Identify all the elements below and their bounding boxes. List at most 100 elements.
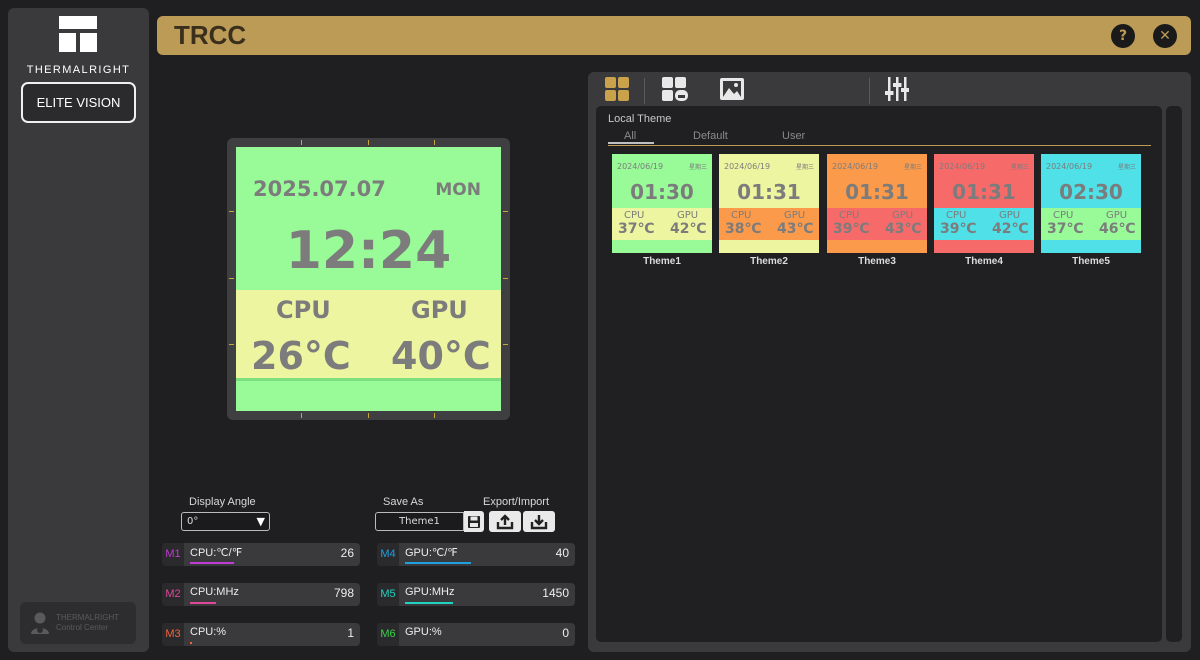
monitor-color-bar <box>190 562 234 564</box>
active-tab-indicator <box>608 142 654 144</box>
frame-tick <box>503 211 508 212</box>
lcd-date[interactable]: 2025.07.07 <box>253 177 386 201</box>
lcd-cpu-label[interactable]: CPU <box>276 296 331 324</box>
monitor-tag: M2 <box>162 583 184 606</box>
lcd-gpu-label[interactable]: GPU <box>411 296 468 324</box>
thumb-cpu-label: CPU <box>839 210 860 221</box>
thumb-cpu-label: CPU <box>1053 210 1074 221</box>
help-button[interactable]: ? <box>1111 24 1135 48</box>
thumb-time: 02:30 <box>1059 180 1123 204</box>
theme-name[interactable]: Theme3 <box>827 256 927 267</box>
lcd-weekday[interactable]: MON <box>435 180 481 200</box>
frame-tick <box>229 211 234 212</box>
theme-name[interactable]: Theme5 <box>1041 256 1141 267</box>
export-button[interactable] <box>489 511 521 532</box>
import-button[interactable] <box>523 511 555 532</box>
theme-name[interactable]: Theme1 <box>612 256 712 267</box>
monitor-value: 40 <box>555 546 569 560</box>
display-angle-label: Display Angle <box>189 496 256 508</box>
lcd-cpu-temp[interactable]: 26°C <box>251 334 351 378</box>
thumb-cpu-temp: 39℃ <box>833 221 870 237</box>
filter-tab-default[interactable]: Default <box>693 130 728 142</box>
thumb-gpu-temp: 42℃ <box>992 221 1029 237</box>
frame-tick <box>301 413 302 418</box>
image-tab[interactable] <box>719 76 745 106</box>
monitor-value: 26 <box>340 546 354 560</box>
filter-tab-all[interactable]: All <box>624 130 636 142</box>
frame-tick <box>434 413 435 418</box>
thumb-cpu-temp: 38℃ <box>725 221 762 237</box>
device-button-elite-vision[interactable]: ELITE VISION <box>21 82 136 123</box>
thumb-gpu-label: GPU <box>677 210 699 221</box>
save-button[interactable] <box>464 511 484 532</box>
theme-list-scrollbar[interactable] <box>1166 106 1182 642</box>
monitor-name: CPU:MHz <box>190 586 239 598</box>
control-center-badge[interactable]: THERMALRIGHT Control Center <box>20 602 136 644</box>
monitor-value: 0 <box>562 626 569 640</box>
theme-thumbnail[interactable]: 2024/06/19 星期三 01:31 CPU GPU 38℃ 43℃ <box>719 154 819 253</box>
display-angle-value: 0° <box>187 516 199 527</box>
frame-tick <box>368 413 369 418</box>
floppy-disk-icon <box>468 515 480 528</box>
thumb-date: 2024/06/19 <box>832 162 879 171</box>
thumb-time: 01:30 <box>630 180 694 204</box>
frame-tick <box>368 140 369 145</box>
lcd-divider <box>236 378 501 381</box>
monitor-m6[interactable]: M6 GPU:% 0 <box>377 623 575 646</box>
frame-tick <box>301 140 302 145</box>
filter-tab-user[interactable]: User <box>782 130 805 142</box>
lcd-time[interactable]: 12:24 <box>236 221 501 281</box>
close-button[interactable]: ✕ <box>1153 24 1177 48</box>
monitor-m5[interactable]: M5 GPU:MHz 1450 <box>377 583 575 606</box>
theme-name[interactable]: Theme4 <box>934 256 1034 267</box>
monitor-m4[interactable]: M4 GPU:℃/℉ 40 <box>377 543 575 566</box>
theme-name[interactable]: Theme2 <box>719 256 819 267</box>
monitor-tag: M3 <box>162 623 184 646</box>
cloud-grid-icon <box>662 77 688 101</box>
lcd-gpu-temp[interactable]: 40°C <box>391 334 491 378</box>
cloud-themes-tab[interactable] <box>661 76 689 106</box>
thumb-cpu-temp: 37℃ <box>1047 221 1084 237</box>
frame-tick <box>503 344 508 345</box>
help-icon: ? <box>1118 28 1128 44</box>
grid-icon <box>605 77 629 101</box>
thumb-gpu-temp: 43℃ <box>777 221 814 237</box>
thumb-gpu-label: GPU <box>784 210 806 221</box>
thumb-gpu-label: GPU <box>892 210 914 221</box>
close-icon: ✕ <box>1159 28 1171 44</box>
brand-name: THERMALRIGHT <box>26 64 131 76</box>
export-import-label: Export/Import <box>483 496 550 508</box>
adjust-tab[interactable] <box>885 76 909 106</box>
monitor-m3[interactable]: M3 CPU:% 1 <box>162 623 360 646</box>
theme-thumbnail[interactable]: 2024/06/19 星期三 01:31 CPU GPU 39℃ 43℃ <box>827 154 927 253</box>
thumb-date: 2024/06/19 <box>939 162 986 171</box>
monitor-name: CPU:% <box>190 626 227 638</box>
lcd-screen[interactable]: 2025.07.07 MON 12:24 CPU GPU 26°C 40°C <box>236 147 501 411</box>
thumb-weekday: 星期三 <box>1010 164 1029 171</box>
frame-tick <box>503 278 508 279</box>
control-center-line1: THERMALRIGHT <box>56 613 120 622</box>
theme-list-area: Local Theme All Default User 2024/06/19 星… <box>596 106 1162 642</box>
monitor-color-bar <box>190 642 192 644</box>
control-center-line2: Control Center <box>56 623 109 632</box>
monitor-tag: M1 <box>162 543 184 566</box>
theme-thumbnail[interactable]: 2024/06/19 星期三 01:31 CPU GPU 39℃ 42℃ <box>934 154 1034 253</box>
theme-thumbnail[interactable]: 2024/06/19 星期三 02:30 CPU GPU 37℃ 46℃ <box>1041 154 1141 253</box>
monitor-color-bar <box>405 562 471 564</box>
lcd-preview-frame: 2025.07.07 MON 12:24 CPU GPU 26°C 40°C <box>227 138 510 420</box>
save-as-input[interactable]: Theme1 <box>375 512 464 531</box>
monitor-tag: M6 <box>377 623 399 646</box>
thumb-date: 2024/06/19 <box>724 162 771 171</box>
thermalright-logo-icon <box>59 16 97 54</box>
local-themes-tab[interactable] <box>604 76 630 106</box>
thumb-cpu-temp: 37℃ <box>618 221 655 237</box>
chevron-down-icon: ▼ <box>256 515 265 528</box>
monitor-m1[interactable]: M1 CPU:℃/℉ 26 <box>162 543 360 566</box>
title-bar: TRCC ? ✕ <box>157 16 1191 55</box>
thumb-weekday: 星期三 <box>1117 164 1136 171</box>
toolbar-separator <box>869 78 870 104</box>
display-angle-select[interactable]: 0° ▼ <box>181 512 270 531</box>
theme-thumbnail[interactable]: 2024/06/19 星期三 01:30 CPU GPU 37℃ 42℃ <box>612 154 712 253</box>
thumb-time: 01:31 <box>737 180 801 204</box>
monitor-m2[interactable]: M2 CPU:MHz 798 <box>162 583 360 606</box>
